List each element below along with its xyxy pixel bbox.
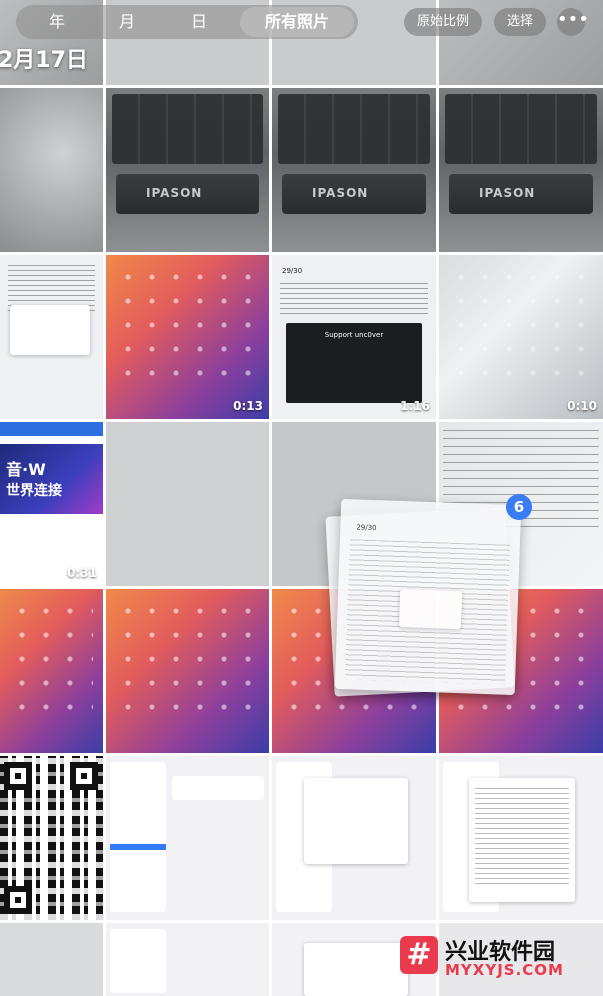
photo-thumbnail[interactable] [106, 756, 269, 920]
photo-thumbnail[interactable] [0, 923, 103, 996]
drag-card-dialog [398, 589, 463, 630]
video-thumbnail[interactable]: 0:10 [439, 255, 603, 419]
web-nav [0, 422, 103, 436]
settings-detail [172, 776, 264, 800]
aspect-ratio-button[interactable]: 原始比例 [404, 8, 482, 36]
photo-thumbnail[interactable] [106, 589, 269, 753]
terminal-title: Support unc0ver [324, 331, 384, 339]
photo-thumbnail[interactable] [272, 756, 436, 920]
date-header: 2月17日 [0, 48, 88, 73]
app-icons [116, 265, 259, 379]
photo-thumbnail[interactable]: IPASON [439, 88, 603, 252]
photo-thumbnail[interactable] [439, 756, 603, 920]
photo-thumbnail[interactable] [0, 255, 103, 419]
dialog-preview [304, 778, 408, 864]
keyboard-brand: IPASON [479, 186, 536, 200]
keyboard-brand: IPASON [312, 186, 369, 200]
app-icons [449, 265, 593, 379]
segment-months[interactable]: 月 [92, 7, 162, 37]
video-thumbnail[interactable]: 0:13 [106, 255, 269, 419]
photo-thumbnail[interactable] [106, 422, 269, 586]
photo-thumbnail[interactable]: IPASON [106, 88, 269, 252]
keyboard-keys [112, 94, 263, 164]
view-segmented-control: 年 月 日 所有照片 [16, 5, 358, 39]
drag-photo-stack[interactable]: 29/30 [325, 492, 530, 702]
keyboard-keys [278, 94, 430, 164]
video-thumbnail[interactable]: 29/30 Support unc0ver 1:16 [272, 255, 436, 419]
video-duration: 0:13 [233, 399, 263, 413]
qr-finder [4, 762, 32, 790]
web-banner-line1: 音·W [6, 460, 46, 479]
photo-thumbnail[interactable] [0, 88, 103, 252]
segment-years[interactable]: 年 [22, 7, 92, 37]
video-duration: 0:10 [567, 399, 597, 413]
web-banner-line2: 世界连接 [6, 483, 62, 499]
qr-code-thumbnail[interactable] [0, 756, 103, 920]
photo-thumbnail[interactable] [0, 589, 103, 753]
select-button[interactable]: 选择 [494, 8, 546, 36]
video-duration: 1:16 [400, 399, 430, 413]
settings-sidebar [110, 929, 166, 993]
dialog-preview [10, 305, 90, 355]
dialog-preview [469, 778, 575, 902]
video-thumbnail[interactable]: 音·W 世界连接 0:31 [0, 422, 103, 586]
qr-finder [70, 762, 98, 790]
watermark-logo-icon: # [400, 936, 438, 974]
drag-count-badge: 6 [506, 494, 532, 520]
segment-days[interactable]: 日 [164, 7, 234, 37]
keyboard-brand: IPASON [146, 186, 203, 200]
settings-selected [110, 844, 166, 850]
terminal-lines [280, 283, 428, 315]
video-duration: 0:31 [67, 566, 97, 580]
photo-thumbnail[interactable]: IPASON [272, 88, 436, 252]
photo-thumbnail[interactable] [106, 923, 269, 996]
watermark-subtitle: MYXYJS.COM [445, 961, 564, 979]
app-icons [10, 599, 93, 713]
app-icons [116, 599, 259, 713]
qr-finder [4, 886, 32, 914]
more-icon[interactable]: ••• [557, 8, 589, 36]
web-banner: 音·W 世界连接 [0, 444, 103, 514]
site-watermark: # 兴业软件园 MYXYJS.COM [400, 936, 603, 996]
terminal-dialog: Support unc0ver [286, 323, 422, 403]
drag-card: 29/30 [334, 498, 522, 696]
dialog-text [475, 788, 569, 888]
dialog-preview [304, 943, 408, 996]
drag-card-title: 29/30 [356, 523, 377, 533]
keyboard-keys [445, 94, 597, 164]
segment-all-photos[interactable]: 所有照片 [240, 7, 354, 37]
settings-sidebar [110, 762, 166, 912]
terminal-counter: 29/30 [282, 267, 303, 275]
